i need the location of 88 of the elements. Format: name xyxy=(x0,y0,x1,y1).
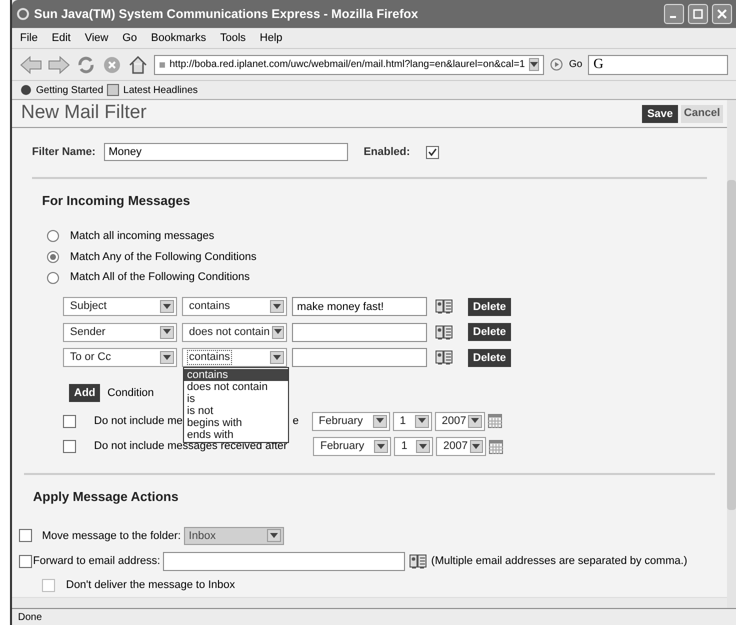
go-icon[interactable] xyxy=(550,58,563,71)
condition-value-field[interactable] xyxy=(292,322,427,342)
rule-label-fragment: e xyxy=(292,414,299,429)
operator-dropdown[interactable]: contains xyxy=(182,348,287,368)
field-dropdown[interactable]: Sender xyxy=(63,322,177,342)
dropdown-option[interactable]: is not xyxy=(184,404,288,417)
forward-arrow-icon[interactable] xyxy=(48,56,70,74)
section-heading: For Incoming Messages xyxy=(42,192,190,208)
section-heading: Apply Message Actions xyxy=(33,489,178,504)
radio-label: Match all incoming messages xyxy=(70,229,214,244)
address-book-icon[interactable] xyxy=(435,349,453,366)
year-dropdown[interactable]: 2007 xyxy=(434,412,485,431)
menu-item[interactable]: File xyxy=(20,30,38,46)
close-icon[interactable] xyxy=(712,4,732,24)
scroll-thumb[interactable] xyxy=(727,180,736,510)
cancel-button[interactable]: Cancel xyxy=(680,104,723,122)
radio-button[interactable] xyxy=(47,230,59,242)
delete-button[interactable]: Delete xyxy=(468,348,512,367)
menu-item[interactable]: Edit xyxy=(52,30,71,46)
maximize-icon[interactable] xyxy=(688,4,708,24)
dropdown-option[interactable]: begins with xyxy=(184,416,288,429)
menu-item[interactable]: Tools xyxy=(220,30,246,46)
menu-item[interactable]: Help xyxy=(260,30,282,46)
page-title: New Mail Filter xyxy=(21,101,147,126)
condition-value-field[interactable] xyxy=(292,348,427,368)
dropdown-option[interactable]: contains xyxy=(184,368,288,381)
status-text: Done xyxy=(18,610,42,624)
checkbox[interactable] xyxy=(42,578,55,592)
calendar-icon[interactable] xyxy=(488,414,502,428)
stop-icon[interactable] xyxy=(102,54,122,74)
vertical-scrollbar[interactable] xyxy=(727,100,736,608)
rule-label: Do not include me xyxy=(94,414,183,429)
field-label: Enabled: xyxy=(364,145,410,160)
menu-item[interactable]: Go xyxy=(122,30,138,46)
day-dropdown[interactable]: 1 xyxy=(394,437,434,456)
field-dropdown[interactable]: Subject xyxy=(63,297,177,316)
globe-icon xyxy=(20,84,32,96)
back-arrow-icon[interactable] xyxy=(20,56,42,74)
minimize-icon[interactable] xyxy=(664,4,684,24)
bookmark-link[interactable]: Latest Headlines xyxy=(123,82,198,98)
checkbox[interactable] xyxy=(19,554,32,568)
radio-label: Match All of the Following Conditions xyxy=(70,270,250,286)
dropdown-option[interactable]: ends with xyxy=(184,428,288,441)
enabled-checkbox[interactable] xyxy=(426,146,440,159)
window-title: Sun Java(TM) System Communications Express - Mozilla Firefox xyxy=(34,6,420,23)
menu-item[interactable]: View xyxy=(84,30,108,46)
action-label: Forward to email address: xyxy=(33,554,160,570)
checkbox[interactable] xyxy=(19,529,32,542)
add-button[interactable]: Add xyxy=(69,384,100,402)
field-label: Filter Name: xyxy=(32,145,96,160)
search-field[interactable]: G xyxy=(588,54,728,74)
home-icon[interactable] xyxy=(128,54,148,74)
action-label: Move message to the folder: xyxy=(42,528,181,544)
year-dropdown[interactable]: 2007 xyxy=(436,437,486,456)
radio-button[interactable] xyxy=(47,272,59,284)
operator-dropdown[interactable]: contains xyxy=(182,297,287,316)
address-book-icon[interactable] xyxy=(435,324,453,341)
hint-text: (Multiple email addresses are separated by comma.) xyxy=(431,554,688,570)
dropdown-option[interactable]: does not contain xyxy=(184,380,288,393)
save-button[interactable]: Save xyxy=(642,104,678,122)
forward-address-field[interactable] xyxy=(163,552,406,571)
app-icon xyxy=(16,7,30,21)
folder-dropdown[interactable]: Inbox xyxy=(184,526,284,545)
checkbox[interactable] xyxy=(63,440,76,453)
delete-button[interactable]: Delete xyxy=(468,298,512,316)
reload-icon[interactable] xyxy=(76,54,96,74)
radio-button[interactable] xyxy=(47,250,59,263)
field-dropdown[interactable]: To or Cc xyxy=(63,348,177,368)
address-book-icon[interactable] xyxy=(435,298,453,316)
horizontal-scrollbar[interactable] xyxy=(12,596,727,608)
condition-value-field[interactable]: make money fast! xyxy=(292,297,427,316)
radio-label: Match Any of the Following Conditions xyxy=(70,250,256,265)
day-dropdown[interactable]: 1 xyxy=(392,412,432,431)
go-button[interactable]: Go xyxy=(569,57,582,72)
address-book-icon[interactable] xyxy=(409,552,428,570)
operator-dropdown[interactable]: does not contain xyxy=(182,322,287,342)
bookmark-link[interactable]: Getting Started xyxy=(36,82,104,98)
month-dropdown[interactable]: February xyxy=(312,412,390,431)
calendar-icon[interactable] xyxy=(489,440,504,454)
filter-name-field[interactable]: Money xyxy=(104,143,348,162)
checkbox[interactable] xyxy=(63,414,76,428)
delete-button[interactable]: Delete xyxy=(468,323,512,342)
dropdown-option[interactable]: is xyxy=(184,392,288,405)
address-field[interactable]: http://boba.red.iplanet.com/uwc/webmail/en/mail.html?lang=en&laurel=on&cal=1 xyxy=(154,54,544,74)
action-label: Don't deliver the message to Inbox xyxy=(66,578,236,594)
add-label: Condition xyxy=(107,386,154,402)
month-dropdown[interactable]: February xyxy=(313,437,392,456)
menu-item[interactable]: Bookmarks xyxy=(151,30,206,46)
